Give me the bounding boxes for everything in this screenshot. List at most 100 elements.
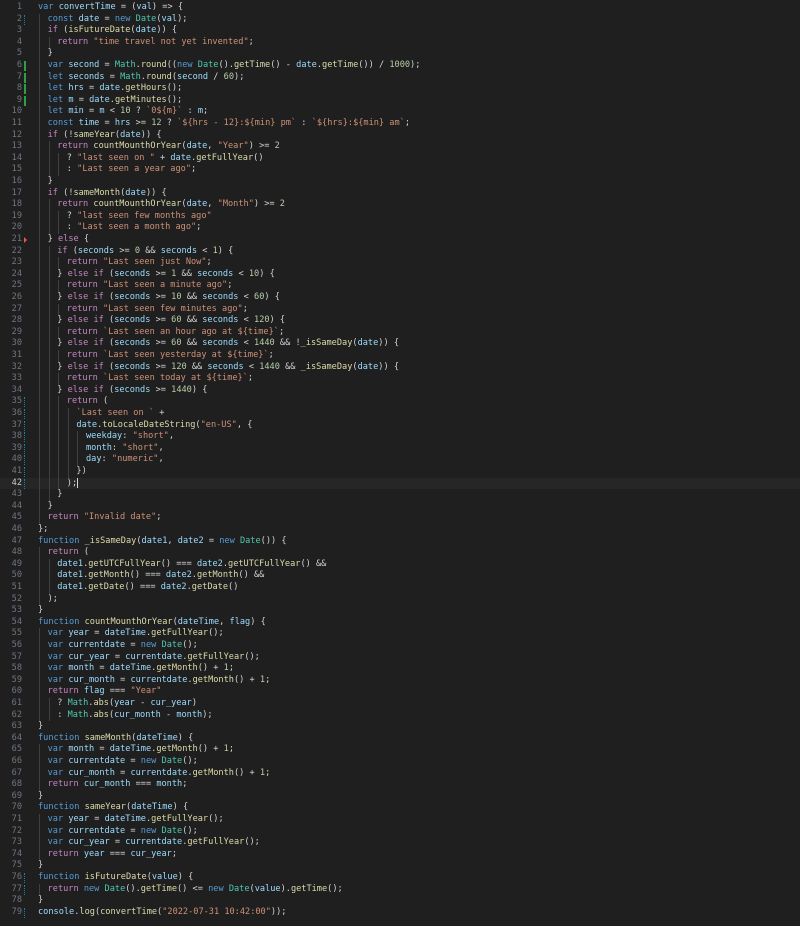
- code-line[interactable]: 43}: [0, 489, 800, 501]
- code-text[interactable]: return new Date().getTime() <= new Date(…: [48, 884, 343, 896]
- code-line[interactable]: 24} else if (seconds >= 1 && seconds < 1…: [0, 268, 800, 281]
- code-text[interactable]: return countMounthOrYear(date, "Month") …: [57, 199, 285, 211]
- code-line[interactable]: 56 var currentdate = new Date();: [0, 640, 800, 652]
- code-line[interactable]: 71 var year = dateTime.getFullYear();: [0, 814, 800, 826]
- code-line[interactable]: 23 return "Last seen just Now";: [0, 257, 800, 269]
- code-text[interactable]: date1.getMonth() === date2.getMonth() &&: [57, 570, 264, 582]
- code-line[interactable]: 33 return `Last seen today at ${time}`;: [0, 373, 800, 385]
- code-text[interactable]: var cur_year = currentdate.getFullYear()…: [48, 837, 260, 849]
- code-text[interactable]: date.toLocaleDateString("en-US", {: [76, 420, 252, 432]
- code-text[interactable]: if (!sameYear(date)) {: [48, 130, 162, 142]
- git-deleted-marker[interactable]: [24, 237, 27, 243]
- code-text[interactable]: let hrs = date.getHours();: [48, 83, 183, 95]
- code-text[interactable]: ? "last seen few months ago": [67, 211, 212, 223]
- code-text[interactable]: return "Last seen just Now";: [67, 257, 212, 269]
- code-line[interactable]: 76 function isFutureDate(value) {: [0, 872, 800, 884]
- git-modified-marker[interactable]: [24, 884, 25, 895]
- code-line[interactable]: 39 month: "short",: [0, 442, 800, 455]
- code-text[interactable]: if (!sameMonth(date)) {: [48, 188, 167, 200]
- code-line[interactable]: 75}: [0, 860, 800, 872]
- code-text[interactable]: month: "short",: [86, 443, 164, 455]
- code-line[interactable]: 30} else if (seconds >= 60 && seconds < …: [0, 338, 800, 350]
- code-line[interactable]: 45 return "Invalid date";: [0, 512, 800, 524]
- code-text[interactable]: var cur_month = currentdate.getMonth() +…: [48, 675, 271, 687]
- code-text[interactable]: return (: [48, 547, 89, 559]
- git-modified-marker[interactable]: [24, 14, 25, 25]
- code-text[interactable]: } else if (seconds >= 1440) {: [57, 385, 207, 397]
- code-text[interactable]: if (seconds >= 0 && seconds < 1) {: [57, 246, 233, 258]
- code-line[interactable]: 36 `Last seen on ` +: [0, 408, 800, 420]
- code-line[interactable]: 55 var year = dateTime.getFullYear();: [0, 628, 800, 640]
- git-modified-marker[interactable]: [24, 420, 25, 431]
- code-text[interactable]: : "Last seen a month ago";: [67, 222, 202, 234]
- code-line[interactable]: 7 let seconds = Math.round(second / 60);: [0, 71, 800, 84]
- code-line[interactable]: 51 date1.getDate() === date2.getDate(): [0, 582, 800, 594]
- code-line[interactable]: 77 return new Date().getTime() <= new Dat…: [0, 883, 800, 896]
- code-text[interactable]: } else {: [48, 234, 89, 246]
- code-line[interactable]: 20: "Last seen a month ago";: [0, 222, 800, 234]
- code-text[interactable]: return `Last seen an hour ago at ${time}…: [67, 327, 284, 339]
- code-text[interactable]: if (isFutureDate(date)) {: [48, 25, 177, 37]
- code-text[interactable]: );: [48, 594, 58, 606]
- code-line[interactable]: 32} else if (seconds >= 120 && seconds <…: [0, 361, 800, 374]
- code-text[interactable]: return cur_month === month;: [48, 779, 188, 791]
- code-text[interactable]: return year === cur_year;: [48, 849, 177, 861]
- code-line[interactable]: 63}: [0, 721, 800, 733]
- code-line[interactable]: 9 let m = date.getMinutes();: [0, 94, 800, 107]
- code-text[interactable]: );: [67, 477, 79, 490]
- code-text[interactable]: var cur_year = currentdate.getFullYear()…: [48, 652, 260, 664]
- code-line[interactable]: 22 if (seconds >= 0 && seconds < 1) {: [0, 245, 800, 258]
- code-line[interactable]: 3 if (isFutureDate(date)) {: [0, 25, 800, 37]
- code-line[interactable]: 17 if (!sameMonth(date)) {: [0, 187, 800, 200]
- code-line[interactable]: 73 var cur_year = currentdate.getFullYear…: [0, 837, 800, 849]
- code-text[interactable]: date1.getDate() === date2.getDate(): [57, 582, 238, 594]
- code-line[interactable]: 27 return "Last seen few minutes ago";: [0, 303, 800, 316]
- git-modified-marker[interactable]: [24, 478, 25, 489]
- code-line[interactable]: 34} else if (seconds >= 1440) {: [0, 384, 800, 397]
- code-text[interactable]: date1.getUTCFullYear() === date2.getUTCF…: [57, 559, 326, 571]
- code-text[interactable]: return countMounthOrYear(date, "Year") >…: [57, 141, 280, 153]
- code-text[interactable]: }: [48, 48, 53, 60]
- code-text[interactable]: }: [38, 791, 43, 803]
- code-text[interactable]: return `Last seen today at ${time}`;: [67, 373, 253, 385]
- code-line[interactable]: 1 var convertTime = (val) => {: [0, 2, 800, 14]
- code-line[interactable]: 62: Math.abs(cur_month - month);: [0, 709, 800, 722]
- code-text[interactable]: }): [76, 466, 86, 478]
- code-text[interactable]: }: [38, 860, 43, 872]
- code-line[interactable]: 52);: [0, 593, 800, 606]
- code-line[interactable]: 28} else if (seconds >= 60 && seconds < …: [0, 315, 800, 327]
- git-added-marker[interactable]: [24, 95, 26, 106]
- code-text[interactable]: }: [38, 895, 43, 907]
- code-text[interactable]: }: [38, 721, 43, 733]
- code-text[interactable]: var year = dateTime.getFullYear();: [48, 814, 224, 826]
- code-text[interactable]: return "Last seen a minute ago";: [67, 280, 233, 292]
- code-text[interactable]: : Math.abs(cur_month - month);: [57, 710, 212, 722]
- code-text[interactable]: return (: [67, 396, 108, 408]
- code-text[interactable]: var month = dateTime.getMonth() + 1;: [48, 744, 234, 756]
- code-text[interactable]: } else if (seconds >= 120 && seconds < 1…: [57, 362, 399, 374]
- code-line[interactable]: 11 const time = hrs >= 12 ? `${hrs - 12}:…: [0, 118, 800, 130]
- code-line[interactable]: 72 var currentdate = new Date();: [0, 825, 800, 838]
- code-line[interactable]: 15: "Last seen a year ago";: [0, 164, 800, 176]
- code-text[interactable]: let min = m < 10 ? `0${m}` : m;: [48, 106, 209, 118]
- code-line[interactable]: 4 return "time travel not yet invented";: [0, 36, 800, 49]
- code-line[interactable]: 66 var currentdate = new Date();: [0, 756, 800, 768]
- code-line[interactable]: 42);: [0, 477, 800, 490]
- code-line[interactable]: 74 return year === cur_year;: [0, 848, 800, 861]
- code-line[interactable]: 58 var month = dateTime.getMonth() + 1;: [0, 663, 800, 675]
- code-line[interactable]: 60 return flag === "Year": [0, 686, 800, 698]
- git-added-marker[interactable]: [24, 72, 26, 83]
- code-text[interactable]: }: [57, 489, 62, 501]
- code-text[interactable]: var convertTime = (val) => {: [38, 2, 183, 14]
- code-text[interactable]: function countMounthOrYear(dateTime, fla…: [38, 617, 266, 629]
- code-text[interactable]: } else if (seconds >= 10 && seconds < 60…: [57, 292, 280, 304]
- code-text[interactable]: `Last seen on ` +: [76, 408, 164, 420]
- code-line[interactable]: 64 function sameMonth(dateTime) {: [0, 733, 800, 745]
- git-modified-marker[interactable]: [24, 873, 25, 883]
- code-line[interactable]: 37 date.toLocaleDateString("en-US", {: [0, 419, 800, 432]
- code-text[interactable]: let m = date.getMinutes();: [48, 95, 183, 107]
- code-text[interactable]: var currentdate = new Date();: [48, 826, 198, 838]
- code-text[interactable]: } else if (seconds >= 1 && seconds < 10)…: [57, 269, 275, 281]
- code-text[interactable]: };: [38, 524, 48, 536]
- code-line[interactable]: 49 date1.getUTCFullYear() === date2.getUT…: [0, 558, 800, 571]
